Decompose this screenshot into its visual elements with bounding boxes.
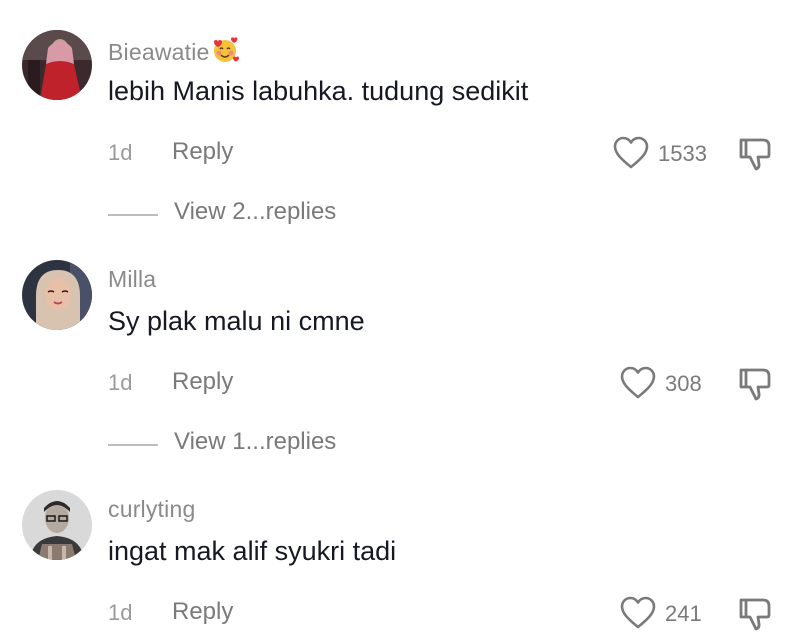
divider xyxy=(108,444,158,446)
like-count: 241 xyxy=(665,601,702,626)
comment-text: ingat mak alif syukri tadi xyxy=(108,536,397,566)
comment-timestamp: 1d xyxy=(108,140,133,165)
comment-timestamp: 1d xyxy=(108,370,133,395)
comment-timestamp: 1d xyxy=(108,600,133,625)
avatar[interactable] xyxy=(22,30,92,100)
smiling-face-with-hearts-icon xyxy=(211,36,239,70)
avatar[interactable] xyxy=(22,260,92,330)
like-count: 1533 xyxy=(658,141,707,166)
heart-outline-icon[interactable] xyxy=(620,596,656,630)
username-text: Bieawatie xyxy=(108,39,210,65)
comment-username[interactable]: Bieawatie xyxy=(108,36,239,70)
comment-username[interactable]: curlyting xyxy=(108,496,195,523)
thumbs-down-outline-icon[interactable] xyxy=(737,596,773,632)
reply-button[interactable]: Reply xyxy=(172,138,233,166)
reply-button[interactable]: Reply xyxy=(172,368,233,396)
comment-username[interactable]: Milla xyxy=(108,266,156,293)
reply-button[interactable]: Reply xyxy=(172,598,233,626)
view-replies-button[interactable]: View 2...replies xyxy=(174,198,336,226)
thumbs-down-outline-icon[interactable] xyxy=(737,136,773,172)
heart-outline-icon[interactable] xyxy=(613,136,649,170)
thumbs-down-outline-icon[interactable] xyxy=(737,366,773,402)
view-replies-button[interactable]: View 1...replies xyxy=(174,428,336,456)
comment-text: lebih Manis labuhka. tudung sedikit xyxy=(108,76,529,106)
divider xyxy=(108,214,158,216)
like-count: 308 xyxy=(665,371,702,396)
comment-text: Sy plak malu ni cmne xyxy=(108,306,365,336)
avatar[interactable] xyxy=(22,490,92,560)
heart-outline-icon[interactable] xyxy=(620,366,656,400)
